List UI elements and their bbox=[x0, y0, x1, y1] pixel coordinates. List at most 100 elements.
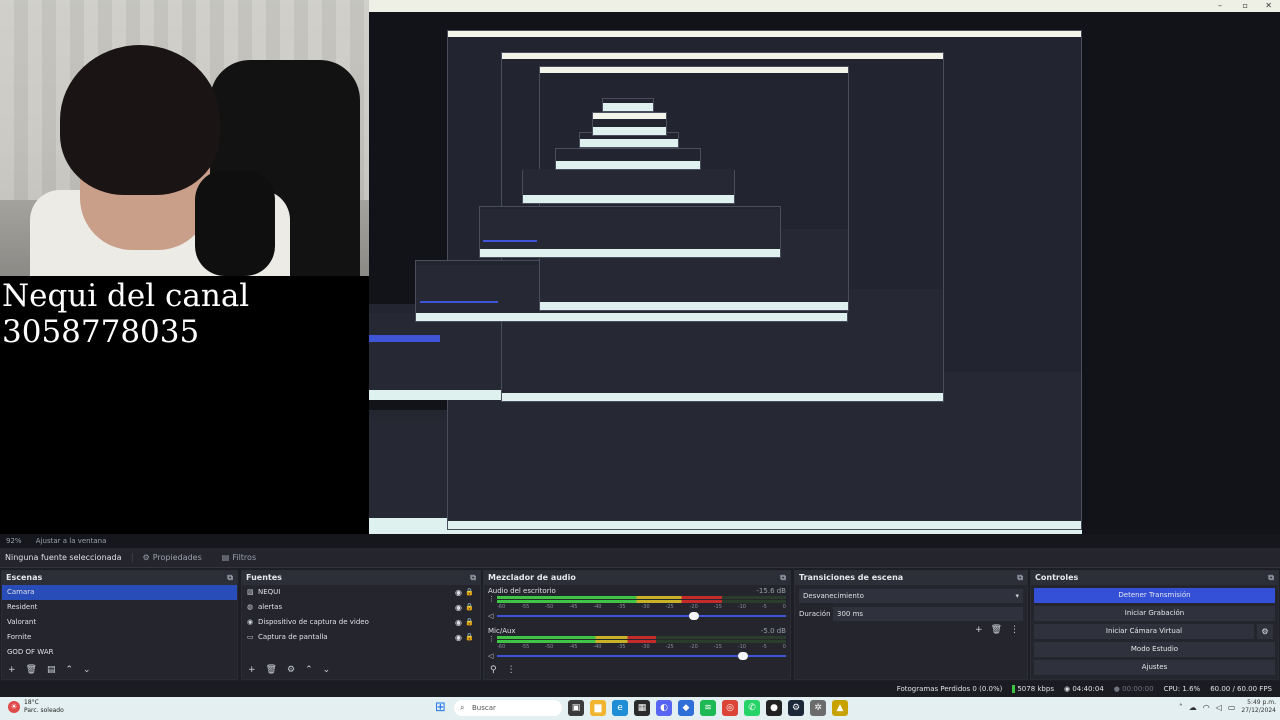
eye-icon[interactable]: ◉ bbox=[455, 600, 462, 615]
spotify-icon[interactable]: ≋ bbox=[700, 700, 716, 716]
lock-icon[interactable]: 🔒 bbox=[465, 630, 474, 645]
app-icon[interactable]: ◆ bbox=[678, 700, 694, 716]
eye-icon[interactable]: ◉ bbox=[455, 615, 462, 630]
filter-icon[interactable]: ▤ bbox=[47, 665, 56, 675]
steam-icon[interactable]: ⚙ bbox=[788, 700, 804, 716]
channel-name: Audio del escritorio bbox=[488, 587, 556, 595]
whatsapp-icon[interactable]: ✆ bbox=[744, 700, 760, 716]
eye-icon[interactable]: ◉ bbox=[455, 585, 462, 600]
add-icon[interactable]: + bbox=[248, 665, 256, 675]
task-view-icon[interactable]: ▣ bbox=[568, 700, 584, 716]
undock-icon[interactable]: ⧉ bbox=[780, 571, 786, 585]
cloud-icon[interactable]: ☁ bbox=[1189, 703, 1197, 712]
image-icon: ▨ bbox=[247, 588, 254, 596]
speaker-icon[interactable]: ◁ bbox=[488, 652, 493, 660]
channel-name: Mic/Aux bbox=[488, 627, 516, 635]
more-icon[interactable]: ⋮ bbox=[1010, 625, 1019, 635]
properties-button[interactable]: ⚙ Propiedades bbox=[133, 553, 212, 562]
settings-icon[interactable]: ✲ bbox=[810, 700, 826, 716]
scale-tick: -25 bbox=[665, 604, 674, 610]
stop-stream-button[interactable]: Detener Transmisión bbox=[1034, 588, 1275, 603]
volume-slider[interactable] bbox=[497, 612, 786, 620]
taskbar-search[interactable]: ⌕ Buscar bbox=[454, 700, 562, 716]
source-item[interactable]: ◉ Dispositivo de captura de video ◉ 🔒 bbox=[242, 615, 480, 630]
volume-knob[interactable] bbox=[688, 612, 699, 620]
source-toolbar: Ninguna fuente seleccionada ⚙ Propiedade… bbox=[0, 548, 1280, 568]
source-item[interactable]: ▭ Captura de pantalla ◉ 🔒 bbox=[242, 630, 480, 645]
start-recording-button[interactable]: Iniciar Grabación bbox=[1034, 606, 1275, 621]
scene-item[interactable]: GOD OF WAR bbox=[2, 645, 237, 660]
settings-button[interactable]: Ajustes bbox=[1034, 660, 1275, 675]
scene-item[interactable]: Resident bbox=[2, 600, 237, 615]
app-icon[interactable]: ▲ bbox=[832, 700, 848, 716]
volume-knob[interactable] bbox=[737, 652, 748, 660]
move-down-icon[interactable]: ⌄ bbox=[323, 665, 331, 675]
scale-tick: -55 bbox=[521, 644, 530, 650]
store-icon[interactable]: ▦ bbox=[634, 700, 650, 716]
source-item[interactable]: ▨ NEQUI ◉ 🔒 bbox=[242, 585, 480, 600]
battery-icon[interactable]: ▭ bbox=[1228, 703, 1236, 712]
scale-tick: -35 bbox=[617, 604, 626, 610]
discord-icon[interactable]: ◐ bbox=[656, 700, 672, 716]
level-fill bbox=[497, 600, 723, 603]
zoom-level[interactable]: 92% bbox=[6, 537, 22, 545]
obs-preview[interactable]: – ▫ ✕ Nequi del canal 3058778035 bbox=[0, 0, 1280, 534]
volume-icon[interactable]: ◁ bbox=[1216, 703, 1222, 712]
temperature: 18°C bbox=[24, 699, 39, 706]
add-icon[interactable]: + bbox=[8, 665, 16, 675]
search-placeholder: Buscar bbox=[472, 704, 496, 712]
browser-icon: ◍ bbox=[247, 603, 254, 611]
scene-item[interactable]: Camara bbox=[2, 585, 237, 600]
move-up-icon[interactable]: ⌃ bbox=[305, 665, 313, 675]
undock-icon[interactable]: ⧉ bbox=[470, 571, 476, 585]
chevron-up-icon[interactable]: ˄ bbox=[1179, 703, 1183, 712]
undock-icon[interactable]: ⧉ bbox=[227, 571, 233, 585]
more-icon[interactable]: ⋮ bbox=[488, 595, 495, 603]
eye-icon[interactable]: ◉ bbox=[455, 630, 462, 645]
gear-icon[interactable]: ⚙ bbox=[287, 665, 295, 675]
mixer-title: Mezclador de audio bbox=[488, 573, 576, 582]
broadcast-icon: ◉ bbox=[1063, 685, 1071, 693]
lock-icon[interactable]: 🔒 bbox=[465, 585, 474, 600]
edge-icon[interactable]: e bbox=[612, 700, 628, 716]
transition-select[interactable]: Desvanecimiento ▾ bbox=[799, 589, 1023, 603]
scene-item[interactable]: Valorant bbox=[2, 615, 237, 630]
stream-time: ◉ 04:40:04 bbox=[1064, 685, 1104, 693]
link-icon[interactable]: ⚲ bbox=[490, 665, 497, 675]
studio-mode-button[interactable]: Modo Estudio bbox=[1034, 642, 1275, 657]
speaker-icon[interactable]: ◁ bbox=[488, 612, 493, 620]
level-fill bbox=[497, 640, 656, 643]
move-up-icon[interactable]: ⌃ bbox=[66, 665, 74, 675]
weather-widget[interactable]: ☀ 18°C Parc. soleado bbox=[8, 699, 64, 715]
trash-icon[interactable]: 🗑 bbox=[991, 625, 1002, 635]
filters-button[interactable]: ▤ Filtros bbox=[212, 553, 266, 562]
fit-to-window[interactable]: Ajustar a la ventana bbox=[36, 537, 107, 545]
duration-input[interactable]: 300 ms bbox=[833, 607, 1023, 621]
level-fill bbox=[497, 596, 723, 599]
scenes-title: Escenas bbox=[6, 573, 43, 582]
source-item[interactable]: ◍ alertas ◉ 🔒 bbox=[242, 600, 480, 615]
lock-icon[interactable]: 🔒 bbox=[465, 600, 474, 615]
trash-icon[interactable]: 🗑 bbox=[26, 665, 37, 675]
clock[interactable]: 5:49 p.m. 27/12/2024 bbox=[1241, 699, 1276, 715]
wifi-icon[interactable]: ◠ bbox=[1203, 703, 1210, 712]
chrome-icon[interactable]: ◎ bbox=[722, 700, 738, 716]
gear-icon[interactable]: ⚙ bbox=[1257, 624, 1273, 639]
windows-start-icon[interactable]: ⊞ bbox=[435, 701, 449, 715]
add-icon[interactable]: + bbox=[975, 625, 983, 635]
scene-item[interactable]: Fornite bbox=[2, 630, 237, 645]
mixer-channel: Mic/Aux -5.0 dB ⋮ -60 -55 -50 -45 -40 -35 -30 -25-… bbox=[484, 625, 790, 665]
undock-icon[interactable]: ⧉ bbox=[1017, 571, 1023, 585]
volume-slider[interactable] bbox=[497, 652, 786, 660]
obs-icon[interactable]: ● bbox=[766, 700, 782, 716]
system-tray: ˄ ☁ ◠ ◁ ▭ 5:49 p.m. 27/12/2024 bbox=[1179, 699, 1276, 715]
virtual-camera-button[interactable]: Iniciar Cámara Virtual bbox=[1106, 627, 1182, 635]
trash-icon[interactable]: 🗑 bbox=[266, 665, 277, 675]
move-down-icon[interactable]: ⌄ bbox=[83, 665, 91, 675]
more-icon[interactable]: ⋮ bbox=[507, 665, 516, 675]
lock-icon[interactable]: 🔒 bbox=[465, 615, 474, 630]
undock-icon[interactable]: ⧉ bbox=[1268, 571, 1274, 585]
more-icon[interactable]: ⋮ bbox=[488, 635, 495, 643]
file-explorer-icon[interactable]: ▆ bbox=[590, 700, 606, 716]
sources-footer: + 🗑 ⚙ ⌃ ⌄ bbox=[242, 663, 480, 677]
